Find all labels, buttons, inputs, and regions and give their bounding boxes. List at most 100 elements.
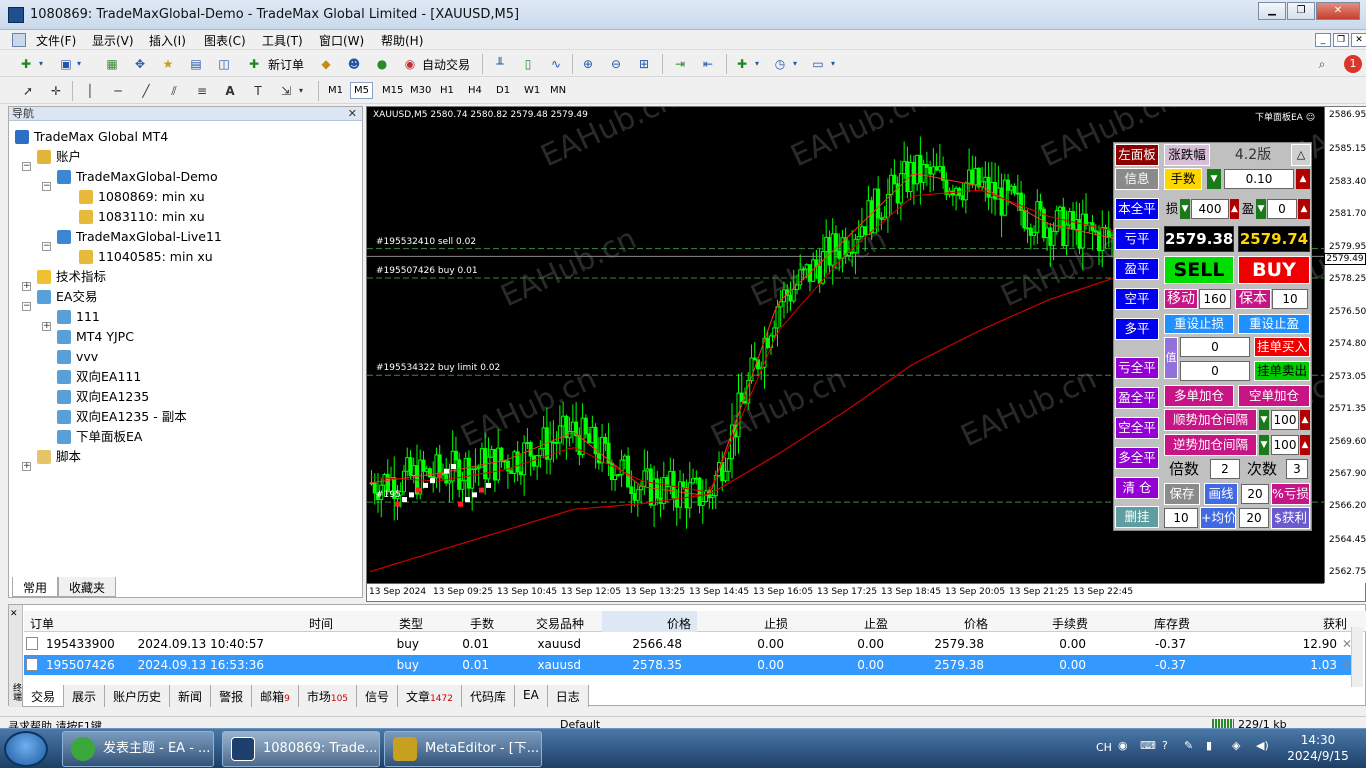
multiplier-input[interactable]: 2 [1210, 459, 1240, 479]
reset-tp-button[interactable]: 重设止盈 [1238, 314, 1310, 334]
buy-button[interactable]: BUY [1238, 256, 1310, 284]
pending-count-input[interactable]: 10 [1164, 508, 1198, 528]
horizontal-line-icon[interactable]: ─ [110, 83, 126, 99]
close-icon[interactable]: ✕ [348, 107, 357, 121]
pending-value-1[interactable]: 0 [1180, 337, 1250, 357]
increase-icon[interactable]: ▲ [1298, 199, 1310, 219]
long-close-button[interactable]: 多平 [1115, 318, 1159, 340]
times-input[interactable]: 3 [1286, 459, 1308, 479]
table-row[interactable]: 195433900 2024.09.13 10:40:57 buy 0.01 xauus… [24, 634, 1354, 654]
mdi-close-icon[interactable]: ✕ [1351, 33, 1366, 47]
decrease-icon[interactable]: ▼ [1259, 410, 1269, 430]
loss-all-button[interactable]: 亏全平 [1115, 357, 1159, 379]
tree-root[interactable]: TradeMax Global MT4 [15, 127, 168, 147]
counter-add-input[interactable]: 100 [1271, 435, 1299, 455]
time-axis[interactable]: 13 Sep 2024 13 Sep 09:25 13 Sep 10:45 13 Se… [367, 583, 1324, 601]
tf-d1[interactable]: D1 [492, 82, 514, 99]
chart-shift-icon[interactable]: ⇤ [700, 56, 716, 72]
breakeven-input[interactable]: 10 [1272, 289, 1308, 309]
tree-account[interactable]: 11040585: min xu [79, 247, 213, 267]
decrease-icon[interactable]: ▼ [1256, 199, 1266, 219]
terminal-tab[interactable]: 文章1472 [398, 685, 462, 707]
dollar-profit-button[interactable]: $获利 [1271, 507, 1310, 529]
pending-buy-button[interactable]: 挂单买入 [1254, 337, 1310, 357]
tree-indicators[interactable]: 技术指标 [37, 267, 106, 287]
terminal-tab[interactable]: 市场105 [298, 685, 358, 707]
increase-icon[interactable]: ▲ [1296, 169, 1310, 189]
candlestick-icon[interactable]: ▯ [520, 56, 536, 72]
start-button[interactable] [4, 731, 48, 767]
tf-h1[interactable]: H1 [436, 82, 458, 99]
chevron-down-icon[interactable]: ▾ [828, 56, 838, 72]
cursor-icon[interactable]: ➚ [20, 83, 36, 99]
terminal-tab[interactable]: 代码库 [461, 685, 515, 707]
periods-icon[interactable]: ◷ [772, 56, 788, 72]
close-all-button[interactable]: 本全平 [1115, 198, 1159, 220]
collapse-panel-icon[interactable]: △ [1291, 144, 1311, 166]
bar-chart-icon[interactable]: ╨ [492, 56, 508, 72]
menu-chart[interactable]: 图表(C) [204, 32, 246, 49]
tray-icon[interactable]: ◉ [1118, 739, 1128, 752]
metaeditor-icon[interactable]: ◆ [318, 56, 334, 72]
menu-view[interactable]: 显示(V) [92, 32, 134, 49]
close-icon[interactable]: ✕ [10, 609, 18, 619]
clock[interactable]: 14:30 2024/9/15 [1278, 732, 1358, 764]
task-mt4[interactable]: 1080869: Trade... [222, 731, 380, 767]
tf-mn[interactable]: MN [546, 82, 570, 99]
new-chart-icon[interactable]: ✚ [18, 56, 34, 72]
tree-ea-item[interactable]: 下单面板EA [57, 427, 142, 447]
collapse-icon[interactable]: − [22, 302, 31, 311]
strategy-tester-icon[interactable]: ◫ [216, 56, 232, 72]
profit-all-button[interactable]: 盈全平 [1115, 387, 1159, 409]
maximize-button[interactable]: ❐ [1287, 2, 1315, 20]
col-tp[interactable]: 止盈 [864, 615, 888, 632]
sl-input[interactable]: 400 [1191, 199, 1229, 219]
tray-icon[interactable]: ✎ [1184, 739, 1193, 752]
line-chart-icon[interactable]: ∿ [548, 56, 564, 72]
lots-input[interactable]: 0.10 [1224, 169, 1294, 189]
col-profit[interactable]: 获利 [1323, 615, 1347, 632]
chart-window-icon[interactable] [12, 33, 26, 47]
signals-icon[interactable]: ☻ [346, 56, 362, 72]
chevron-down-icon[interactable]: ▾ [790, 56, 800, 72]
table-row[interactable]: 195507426 2024.09.13 16:53:36 buy 0.01 xauus… [24, 655, 1354, 675]
tray-icon[interactable]: ▮ [1206, 739, 1212, 752]
delete-pending-button[interactable]: 删挂 [1115, 506, 1159, 528]
vertical-line-icon[interactable]: │ [82, 83, 98, 99]
market-icon[interactable]: ● [374, 56, 390, 72]
increase-icon[interactable]: ▲ [1300, 410, 1310, 430]
terminal-tab[interactable]: 交易 [22, 685, 65, 707]
tree-ea-item[interactable]: 双向EA1235 [57, 387, 149, 407]
chevron-down-icon[interactable]: ▾ [36, 56, 46, 72]
collapse-icon[interactable]: − [42, 182, 51, 191]
tray-icon[interactable]: ⌨ [1140, 739, 1156, 752]
expand-icon[interactable]: + [42, 322, 51, 331]
terminal-tab[interactable]: EA [514, 685, 548, 707]
terminal-tab[interactable]: 日志 [547, 685, 589, 707]
save-button[interactable]: 保存 [1164, 483, 1200, 505]
task-metaeditor[interactable]: MetaEditor - [下... [384, 731, 542, 767]
tree-ea-item[interactable]: 双向EA1235 - 副本 [57, 407, 187, 427]
volume-icon[interactable]: ◀) [1256, 739, 1269, 752]
tab-favorites[interactable]: 收藏夹 [58, 577, 117, 597]
left-panel-button[interactable]: 左面板 [1115, 144, 1159, 166]
terminal-tab[interactable]: 账户历史 [105, 685, 171, 707]
tree-server[interactable]: TradeMaxGlobal-Demo [57, 167, 218, 187]
tree-ea-item[interactable]: vvv [57, 347, 98, 367]
minimize-button[interactable]: ▁ [1258, 2, 1286, 20]
new-order-icon[interactable]: ✚ [246, 56, 262, 72]
tree-account[interactable]: 1083110: min xu [79, 207, 205, 227]
channel-icon[interactable]: ⫽ [166, 83, 182, 99]
clear-button[interactable]: 清 仓 [1115, 477, 1159, 499]
tp-input[interactable]: 0 [1267, 199, 1297, 219]
tree-ea[interactable]: EA交易 [37, 287, 97, 307]
pending-value-2[interactable]: 0 [1180, 361, 1250, 381]
long-all-button[interactable]: 多全平 [1115, 447, 1159, 469]
increase-icon[interactable]: ▲ [1300, 435, 1310, 455]
col-commission[interactable]: 手续费 [1052, 615, 1088, 632]
text-tool-icon[interactable]: A [222, 83, 238, 99]
tree-scripts[interactable]: 脚本 [37, 447, 81, 467]
terminal-icon[interactable]: ▤ [188, 56, 204, 72]
long-add-button[interactable]: 多单加仓 [1164, 385, 1234, 407]
tf-m1[interactable]: M1 [324, 82, 347, 99]
